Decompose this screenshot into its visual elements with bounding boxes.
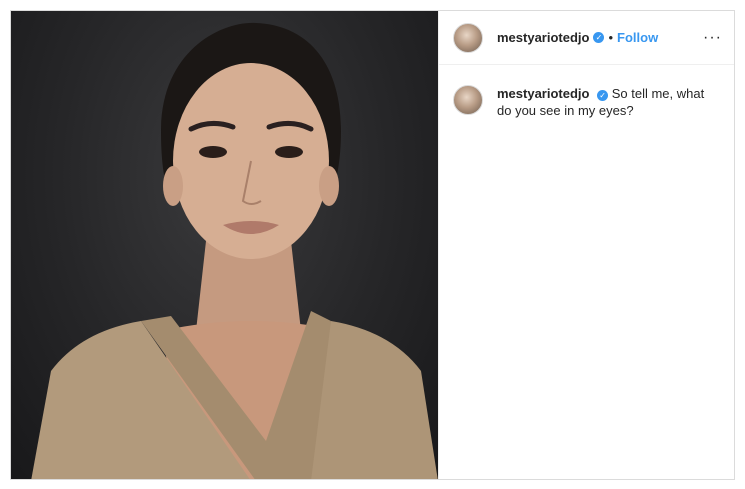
caption-text-block: mestyariotedjo ✓ So tell me, what do you… [497,85,717,119]
post-sidebar: mestyariotedjo ✓ • Follow ··· mestyariot… [438,11,734,479]
caption-verified-badge-icon: ✓ [597,90,609,101]
author-avatar[interactable] [453,22,483,53]
header-separator: • [608,30,614,45]
author-username[interactable]: mestyariotedjo [497,30,589,45]
post-caption: mestyariotedjo ✓ So tell me, what do you… [439,65,734,119]
caption-username[interactable]: mestyariotedjo [497,86,589,101]
post-header: mestyariotedjo ✓ • Follow ··· [439,11,734,65]
more-options-icon[interactable]: ··· [703,29,722,47]
verified-badge-icon: ✓ [593,32,605,43]
caption-avatar[interactable] [453,85,483,115]
follow-button[interactable]: Follow [617,30,658,45]
portrait-illustration [31,22,438,479]
post-photo[interactable] [11,11,438,479]
instagram-post: mestyariotedjo ✓ • Follow ··· mestyariot… [10,10,735,480]
